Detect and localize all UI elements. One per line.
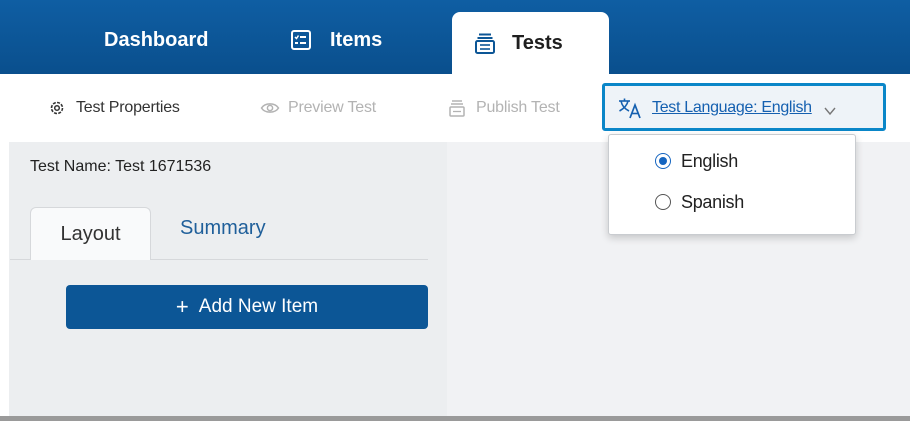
radio-spanish[interactable]: [655, 194, 671, 210]
radio-english[interactable]: [655, 153, 671, 169]
tab-summary-label: Summary: [180, 217, 266, 239]
add-new-item-button[interactable]: + Add New Item: [66, 285, 428, 329]
language-option-english[interactable]: English: [655, 149, 738, 173]
nav-tab-dashboard[interactable]: Dashboard: [104, 18, 208, 62]
test-language-label: Test Language: English: [652, 99, 812, 116]
test-name: Test Name: Test 1671536: [30, 158, 212, 175]
language-option-spanish-label: Spanish: [681, 191, 744, 212]
publish-test-button[interactable]: Publish Test: [448, 96, 560, 120]
add-new-item-label: Add New Item: [198, 296, 319, 317]
nav-tab-tests-label: Tests: [512, 31, 563, 54]
nav-tab-items-label: Items: [330, 28, 383, 51]
eye-icon: [260, 99, 280, 117]
test-stack-icon: [474, 32, 496, 54]
preview-test-label: Preview Test: [288, 99, 377, 116]
test-properties-label: Test Properties: [76, 99, 180, 116]
tab-summary[interactable]: Summary: [180, 217, 266, 240]
plus-icon: +: [175, 294, 189, 319]
gear-icon: [48, 99, 66, 117]
translate-icon: [618, 97, 642, 119]
chevron-down-icon: [824, 103, 836, 116]
nav-tab-dashboard-label: Dashboard: [104, 28, 209, 51]
bottom-border: [0, 416, 910, 421]
test-language-button[interactable]: Test Language: English: [618, 96, 836, 120]
nav-tab-items[interactable]: Items: [290, 18, 382, 62]
language-option-english-label: English: [681, 150, 738, 171]
test-properties-button[interactable]: Test Properties: [48, 96, 180, 120]
language-option-spanish[interactable]: Spanish: [655, 190, 744, 214]
publish-test-label: Publish Test: [476, 99, 560, 116]
tab-layout[interactable]: Layout: [30, 207, 151, 260]
checklist-icon: [290, 29, 312, 51]
nav-tab-tests[interactable]: Tests: [452, 12, 609, 74]
preview-test-button[interactable]: Preview Test: [260, 96, 376, 120]
tab-layout-label: Layout: [60, 222, 121, 245]
publish-icon: [448, 99, 466, 117]
left-panel: [9, 142, 447, 418]
language-dropdown: English Spanish: [608, 134, 856, 235]
